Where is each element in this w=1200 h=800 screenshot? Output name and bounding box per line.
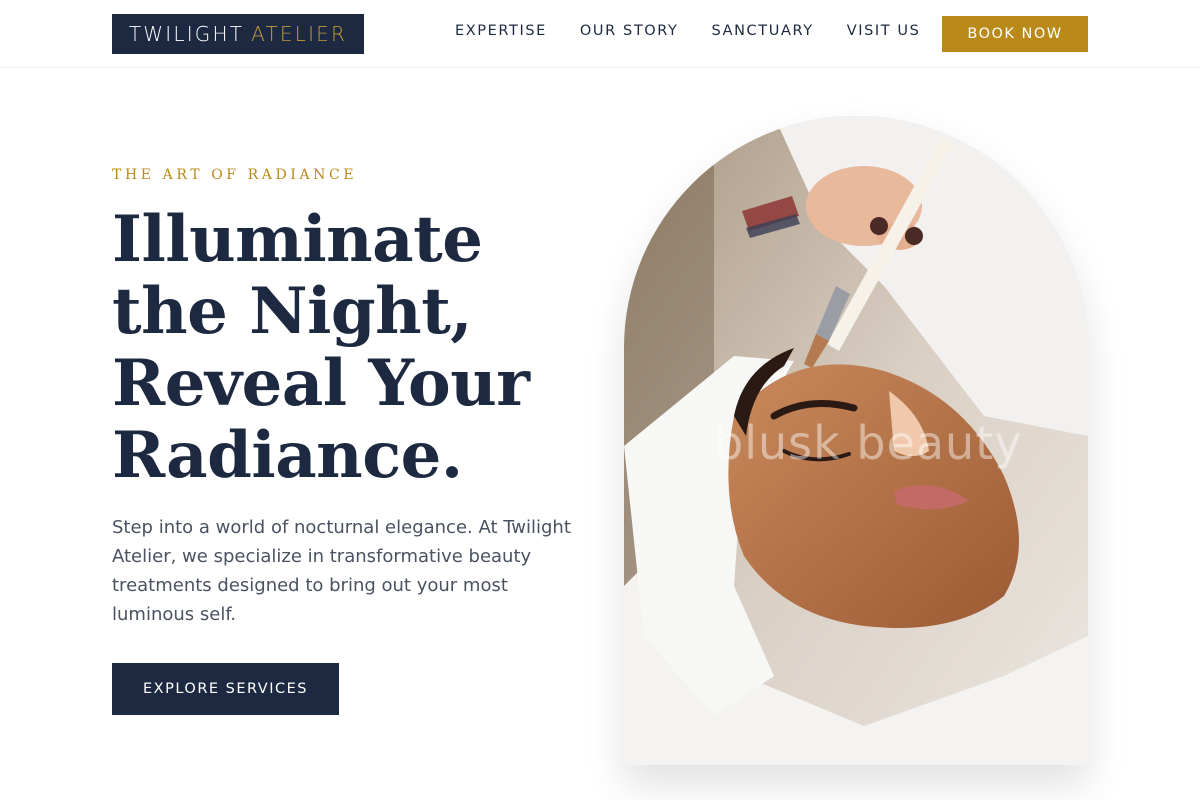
image-watermark: blusk beauty [714, 416, 1023, 470]
explore-services-button[interactable]: EXPLORE SERVICES [112, 663, 339, 715]
brand-logo[interactable]: TWILIGHT ATELIER [112, 14, 364, 54]
hero-description: Step into a world of nocturnal elegance.… [112, 517, 571, 625]
site-header: TWILIGHT ATELIER EXPERTISE OUR STORY SAN… [0, 0, 1200, 68]
hero-image: blusk beauty [624, 116, 1088, 765]
nav-link-our-story[interactable]: OUR STORY [580, 23, 679, 39]
headline-line-4: Radiance. [112, 418, 463, 493]
headline-line-2: the Night, [112, 274, 473, 349]
main-nav: EXPERTISE OUR STORY SANCTUARY VISIT US [455, 23, 953, 39]
headline-line-1: Illuminate [112, 202, 483, 277]
hero-eyebrow: THE ART OF RADIANCE [112, 167, 358, 183]
nav-link-sanctuary[interactable]: SANCTUARY [712, 23, 814, 39]
hero-headline: Illuminate the Night, Reveal Your Radian… [112, 204, 592, 492]
headline-line-3: Reveal Your [112, 346, 530, 421]
nav-link-expertise[interactable]: EXPERTISE [455, 23, 547, 39]
brand-word-2: ATELIER [251, 22, 348, 46]
brand-word-1: TWILIGHT [128, 22, 245, 46]
book-now-button[interactable]: BOOK NOW [942, 16, 1088, 52]
nav-link-visit-us[interactable]: VISIT US [847, 23, 921, 39]
